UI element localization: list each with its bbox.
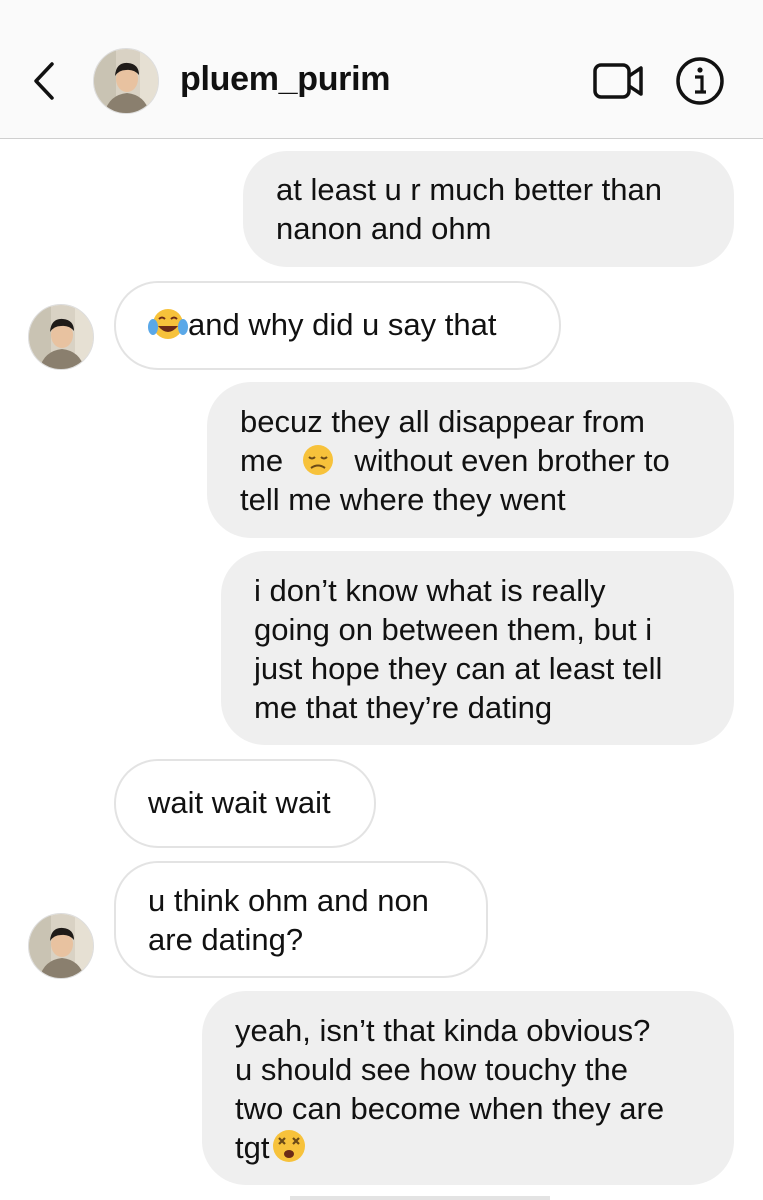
message-bubble-outgoing[interactable]: yeah, isn’t that kinda obvious? u should… — [202, 991, 734, 1185]
message-text: me — [240, 443, 284, 478]
disappointed-face-icon — [302, 445, 333, 475]
chat-username[interactable]: pluem_purim — [180, 60, 390, 99]
message-text: becuz they all disappear from — [240, 404, 645, 439]
sender-avatar[interactable] — [28, 304, 94, 370]
video-call-button[interactable] — [592, 60, 644, 102]
sender-avatar[interactable] — [28, 913, 94, 979]
message-text: just hope they can at least tell — [254, 651, 663, 686]
message-line: me without even brother to — [240, 441, 734, 480]
message-text: going on between them, but i — [254, 612, 653, 647]
message-bubble-incoming[interactable]: wait wait wait — [114, 759, 376, 848]
message-text: nanon and ohm — [276, 211, 492, 246]
chat-header: pluem_purim — [0, 0, 763, 139]
dizzy-face-icon — [273, 1130, 306, 1162]
message-text: wait wait wait — [148, 785, 331, 820]
message-text: and why did u say that — [188, 307, 497, 342]
message-line: tgt — [235, 1128, 734, 1167]
message-text: i don’t know what is really — [254, 573, 606, 608]
face-with-tears-of-joy-icon — [148, 309, 188, 339]
message-text: tgt — [235, 1130, 270, 1165]
message-text: u should see how touchy the — [235, 1052, 628, 1087]
message-bubble-outgoing[interactable]: at least u r much better than nanon and … — [243, 151, 734, 267]
message-text: yeah, isn’t that kinda obvious? — [235, 1013, 651, 1048]
message-text: u think ohm and non — [148, 883, 429, 918]
message-bubble-outgoing[interactable]: i don’t know what is really going on bet… — [221, 551, 734, 745]
message-bubble-outgoing[interactable]: becuz they all disappear from me without… — [207, 382, 734, 538]
chevron-left-icon — [34, 62, 54, 100]
message-text: tell me where they went — [240, 482, 566, 517]
message-text: two can become when they are — [235, 1091, 665, 1126]
message-text: without even brother to — [354, 443, 670, 478]
header-avatar[interactable] — [93, 48, 159, 114]
info-button[interactable] — [675, 56, 725, 106]
message-text: me that they’re dating — [254, 690, 553, 725]
video-camera-icon — [593, 63, 643, 99]
message-text: at least u r much better than — [276, 172, 662, 207]
back-button[interactable] — [28, 58, 62, 104]
message-bubble-incoming[interactable]: and why did u say that — [114, 281, 561, 370]
message-bubble-partial — [290, 1196, 550, 1200]
message-text: are dating? — [148, 922, 304, 957]
message-bubble-incoming[interactable]: u think ohm and non are dating? — [114, 861, 488, 978]
info-icon — [676, 57, 724, 105]
